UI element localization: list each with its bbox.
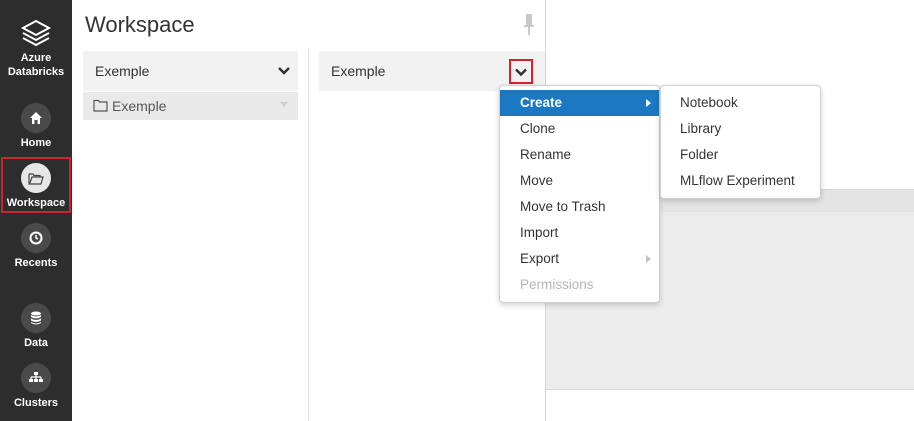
sidebar-item-data[interactable]: Data xyxy=(0,303,72,349)
sidebar-item-label: Clusters xyxy=(13,397,59,409)
caret-down-icon[interactable] xyxy=(280,102,288,107)
logo-text-line2: Databricks xyxy=(7,66,65,78)
menu-item-create[interactable]: Create xyxy=(500,90,659,116)
menu-item-label: Move to Trash xyxy=(520,199,606,214)
menu-item-label: Import xyxy=(520,225,559,240)
menu-item-label: Clone xyxy=(520,121,556,136)
menu-item-export[interactable]: Export xyxy=(500,246,659,272)
sidebar-item-label: Recents xyxy=(14,257,58,269)
left-sidebar: Azure Databricks Home Workspace Recents xyxy=(0,0,72,421)
submenu-item-folder[interactable]: Folder xyxy=(661,142,820,168)
submenu-item-label: Folder xyxy=(680,147,719,162)
menu-item-clone[interactable]: Clone xyxy=(500,116,659,142)
pin-icon[interactable] xyxy=(522,12,536,36)
clusters-icon xyxy=(21,363,51,393)
app-root: Azure Databricks Home Workspace Recents xyxy=(0,0,914,421)
folder-icon xyxy=(93,99,108,112)
chevron-down-icon[interactable] xyxy=(276,63,292,79)
menu-item-rename[interactable]: Rename xyxy=(500,142,659,168)
column-divider xyxy=(308,48,309,421)
context-menu: Create Clone Rename Move Move to Trash I… xyxy=(499,85,660,303)
list-item[interactable]: Exemple xyxy=(83,92,298,120)
workspace-highlight-box xyxy=(1,157,71,213)
database-icon xyxy=(21,303,51,333)
sidebar-item-home[interactable]: Home xyxy=(0,103,72,149)
menu-item-label: Permissions xyxy=(520,277,594,292)
sidebar-item-label: Data xyxy=(24,337,48,349)
menu-item-import[interactable]: Import xyxy=(500,220,659,246)
menu-item-label: Rename xyxy=(520,147,572,162)
chevron-right-icon xyxy=(646,255,651,263)
column1-header-label: Exemple xyxy=(95,63,150,79)
workspace-panel: Workspace Exemple Exemple Exemple xyxy=(72,0,546,421)
menu-item-label: Move xyxy=(520,173,554,188)
page-title: Workspace xyxy=(85,12,195,37)
column2-dropdown-button[interactable] xyxy=(509,59,533,84)
menu-item-move-to-trash[interactable]: Move to Trash xyxy=(500,194,659,220)
sidebar-item-label: Home xyxy=(20,137,52,149)
logo-text-line1: Azure xyxy=(20,52,52,64)
clock-icon xyxy=(21,223,51,253)
azure-databricks-logo[interactable]: Azure Databricks xyxy=(0,18,72,78)
menu-item-label: Export xyxy=(520,251,560,266)
create-submenu: Notebook Library Folder MLflow Experimen… xyxy=(660,85,821,199)
sidebar-item-recents[interactable]: Recents xyxy=(0,223,72,269)
sidebar-item-clusters[interactable]: Clusters xyxy=(0,363,72,409)
submenu-item-label: MLflow Experiment xyxy=(680,173,795,188)
menu-item-move[interactable]: Move xyxy=(500,168,659,194)
home-icon xyxy=(21,103,51,133)
column2-header-label: Exemple xyxy=(331,63,386,79)
chevron-down-icon xyxy=(515,68,527,76)
list-item-label: Exemple xyxy=(112,98,167,114)
submenu-item-library[interactable]: Library xyxy=(661,116,820,142)
databricks-logo-icon xyxy=(20,19,52,47)
submenu-item-mlflow-experiment[interactable]: MLflow Experiment xyxy=(661,168,820,194)
column1-header[interactable]: Exemple xyxy=(83,51,298,91)
menu-item-label: Create xyxy=(520,95,563,110)
menu-item-permissions: Permissions xyxy=(500,272,659,298)
chevron-right-icon xyxy=(646,99,651,107)
submenu-item-label: Library xyxy=(680,121,722,136)
submenu-item-label: Notebook xyxy=(680,95,738,110)
submenu-item-notebook[interactable]: Notebook xyxy=(661,90,820,116)
